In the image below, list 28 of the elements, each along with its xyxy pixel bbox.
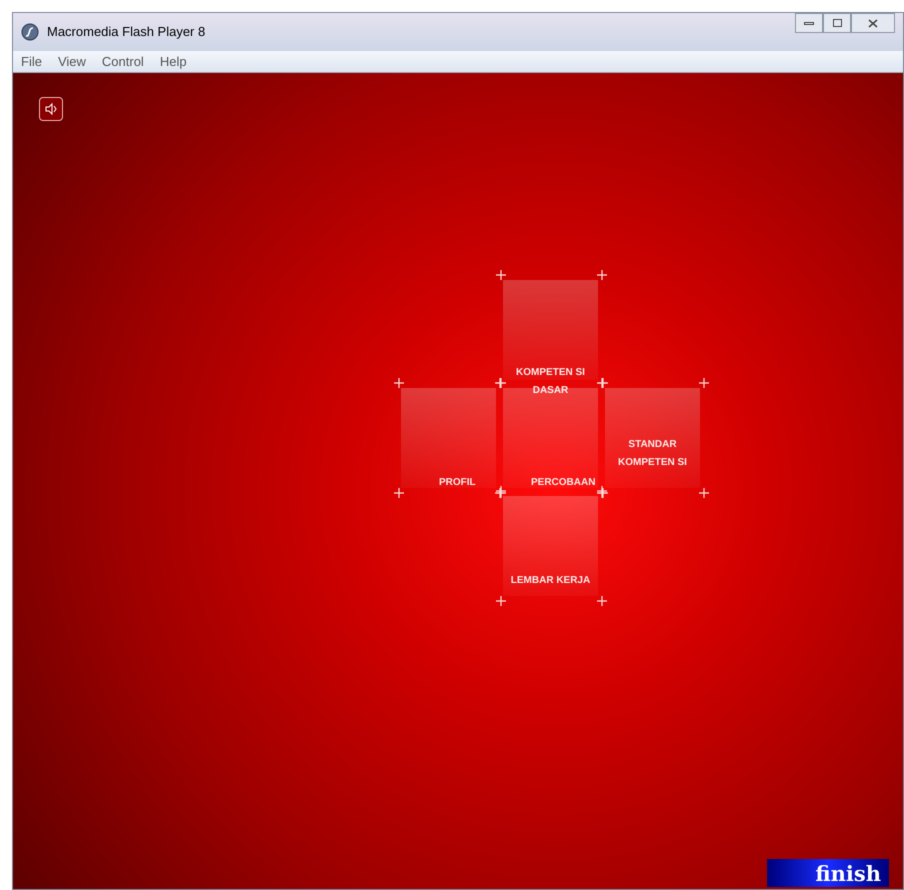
sound-button[interactable] [39, 97, 63, 121]
menu-item[interactable]: Control [102, 52, 144, 72]
menu-item[interactable]: File [21, 52, 42, 72]
plus-icon [699, 378, 709, 388]
plus-icon [394, 488, 404, 498]
close-button[interactable] [851, 13, 895, 33]
plus-icon [699, 488, 709, 498]
close-icon [868, 18, 878, 28]
menu-link[interactable]: PERCOBAAN [531, 474, 596, 492]
menu-link[interactable]: STANDAR KOMPETEN SI [605, 436, 700, 472]
plus-icon [394, 378, 404, 388]
menu-link[interactable]: KOMPETEN SI DASAR [506, 364, 596, 400]
menu-link[interactable]: PROFIL [439, 474, 476, 492]
maximize-button[interactable] [823, 13, 851, 33]
maximize-icon [832, 19, 842, 27]
plus-icon [496, 596, 506, 606]
menu-item[interactable]: Help [160, 52, 187, 72]
speaker-icon [44, 102, 58, 116]
minimize-button[interactable] [795, 13, 823, 33]
menu-link[interactable]: LEMBAR KERJA [510, 572, 590, 590]
plus-icon [597, 596, 607, 606]
plus-icon [496, 270, 506, 280]
plus-icon [597, 270, 607, 280]
flash-logo-icon [21, 23, 39, 41]
menu-item[interactable]: View [58, 52, 86, 72]
window-title: Macromedia Flash Player 8 [47, 23, 206, 42]
finish-button[interactable]: finish [767, 859, 889, 887]
minimize-icon [804, 22, 814, 24]
